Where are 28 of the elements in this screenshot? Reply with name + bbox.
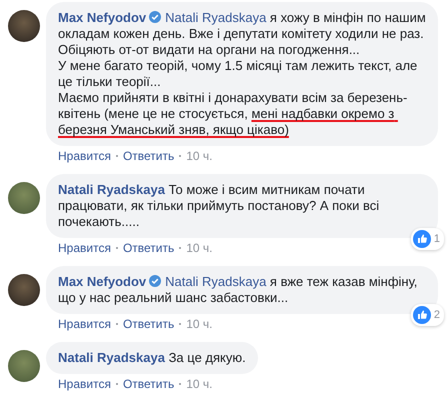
action-link[interactable]: Ответить [122,148,174,164]
thumbs-up-icon [412,306,431,324]
mention-link[interactable]: Natali Ryadskaya [165,274,266,289]
action-link[interactable]: Нравится [58,148,111,164]
mention-link[interactable]: Natali Ryadskaya [165,10,266,25]
author-name[interactable]: Natali Ryadskaya [58,350,165,365]
thumbs-up-icon [412,230,431,248]
action-link[interactable]: Нравится [58,316,111,332]
timestamp: 10 ч. [186,376,213,392]
action-link[interactable]: Нравится [58,376,111,392]
timestamp: 10 ч. [186,148,213,164]
action-link[interactable]: Ответить [122,240,174,256]
timestamp: 10 ч. [186,316,213,332]
comment-text: Natali Ryadskaya То може і всим митникам почати працювати, як тільки приймуть постанову? А поки всі почекають..... [58,182,380,229]
avatar[interactable] [8,350,40,382]
comment-text: Natali Ryadskaya За це дякую. [58,350,246,365]
avatar[interactable] [8,182,40,214]
action-link[interactable]: Ответить [122,376,174,392]
comment-text: Max Nefyodov Natali Ryadskaya я вже теж казав мінфіну, що у нас реальний шанс забастовки... [58,274,418,305]
author-name[interactable]: Natali Ryadskaya [58,182,165,197]
comment-text: Max Nefyodov Natali Ryadskaya я хожу в мінфін по нашим окладам кожен день. Вже і депутати комітету ходили не раз. Обіцяють от-от видати на органи на погодження... У мене багато теорій, чому 1.5 місяці там лежить текст, але це тільки теорії... Маємо прийняти в квітні і донарахувати всім за березень-квітень (мене це не стосується, мені надбавки окремо з березня Уманський зняв, якщо цікаво) [58,10,427,137]
timestamp: 10 ч. [186,240,213,256]
action-link[interactable]: Ответить [122,316,174,332]
author-name[interactable]: Max Nefyodov [58,274,146,289]
avatar[interactable] [8,274,40,306]
action-link[interactable]: Нравится [58,240,111,256]
author-name[interactable]: Max Nefyodov [58,10,146,25]
avatar[interactable] [8,10,40,42]
